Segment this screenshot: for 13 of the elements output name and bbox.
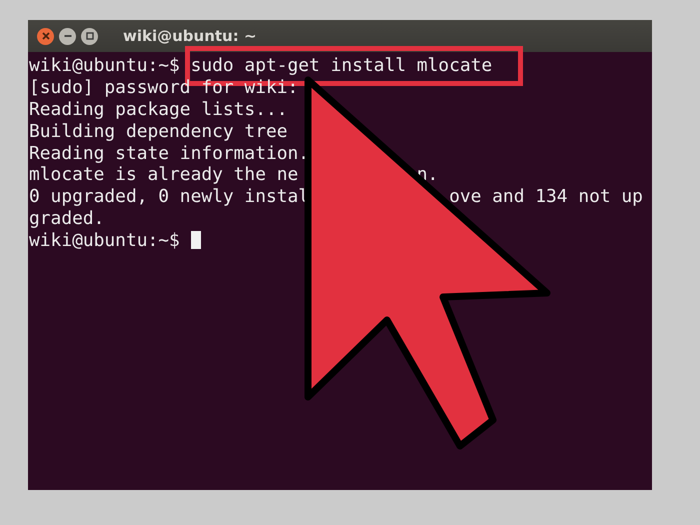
shell-prompt: wiki@ubuntu:~$ bbox=[29, 55, 180, 76]
minimize-icon[interactable] bbox=[59, 28, 76, 44]
output-text: 0 upgraded, 0 newly instal bbox=[29, 186, 310, 208]
output-text: Reading package lists... bbox=[29, 98, 288, 120]
output-text: mlocate is already the ne bbox=[29, 164, 298, 186]
output-text: graded. bbox=[29, 208, 104, 230]
shell-prompt: wiki@ubuntu:~$ bbox=[29, 230, 180, 252]
output-text: Reading state information. bbox=[29, 142, 310, 164]
output-text: ove and 134 not up bbox=[449, 186, 643, 208]
maximize-icon[interactable] bbox=[81, 28, 98, 44]
output-text: Building dependency tree bbox=[29, 120, 288, 142]
window-title: wiki@ubuntu: ~ bbox=[123, 27, 257, 45]
close-icon[interactable] bbox=[37, 28, 54, 44]
